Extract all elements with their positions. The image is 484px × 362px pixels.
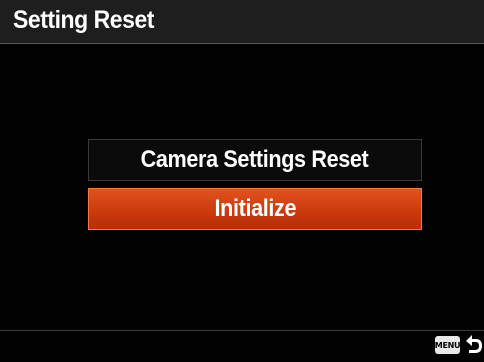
menu-key-icon: MENU: [435, 336, 461, 354]
initialize-label: Initialize: [214, 195, 296, 222]
camera-settings-reset-button[interactable]: Camera Settings Reset: [88, 139, 422, 181]
camera-menu-screen: Setting Reset Camera Settings Reset Init…: [0, 0, 484, 362]
footer-divider: [0, 330, 484, 331]
page-title: Setting Reset: [13, 6, 155, 34]
initialize-button[interactable]: Initialize: [88, 188, 422, 230]
return-arrow-icon[interactable]: [462, 333, 484, 357]
camera-settings-reset-label: Camera Settings Reset: [141, 146, 369, 173]
header-bar: Setting Reset: [0, 0, 484, 44]
